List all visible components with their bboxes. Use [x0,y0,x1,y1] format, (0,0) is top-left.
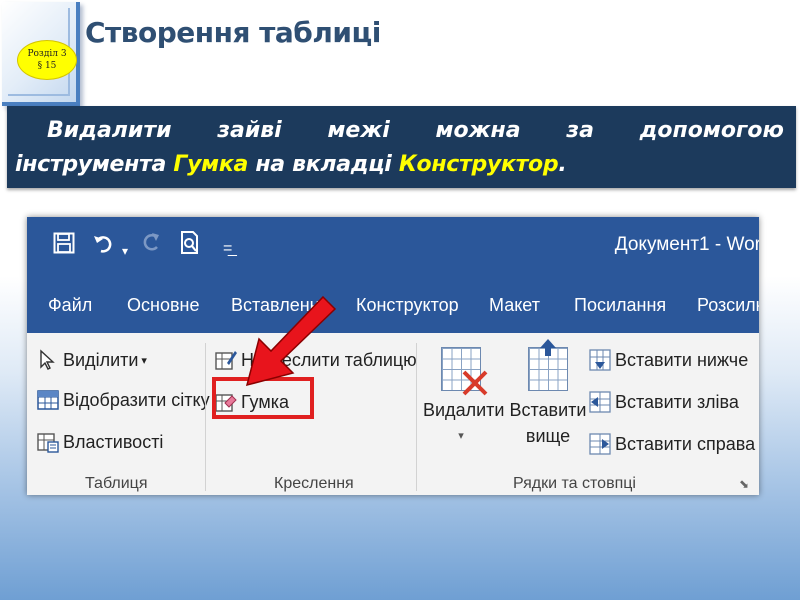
highlight-tool-name: Гумка [173,152,249,177]
gridlines-icon [37,389,59,411]
dialog-launcher-icon[interactable]: ⬊ [739,477,749,491]
text-part: на вкладці [248,152,399,177]
text-part: інструмента [15,152,174,177]
chevron-down-icon: ▾ [458,430,464,442]
undo-dropdown-icon[interactable]: ▾ [122,235,128,267]
customize-qat-icon[interactable]: =̲ [223,233,232,265]
word: за [566,118,594,143]
word: Видалити [47,118,172,143]
select-button[interactable]: Виділити ▾ [37,349,147,371]
tab-layout[interactable]: Макет [489,295,540,316]
instruction-text: Видалити зайві межі можна за допомогою і… [7,106,796,188]
insert-below-icon [589,349,611,371]
insert-right-label: Вставити справа [615,433,756,454]
insert-left-icon [589,391,611,413]
print-preview-icon[interactable] [179,231,201,264]
select-cursor-icon [37,349,59,371]
insert-above-icon [528,339,568,391]
tab-home[interactable]: Основне [127,295,199,316]
word: допомогою [639,118,784,143]
insert-left-button[interactable]: Вставити зліва [589,391,739,413]
delete-table-icon [441,347,488,396]
insert-right-button[interactable]: Вставити справа [589,433,755,455]
insert-above-label-2: вище [525,426,571,446]
view-gridlines-label: Відобразити сітку [63,389,210,410]
tab-design[interactable]: Конструктор [356,295,459,316]
ribbon-panel: Виділити ▾ Відобразити сітку Властивості… [27,333,759,495]
paragraph-label: § 15 [37,61,57,71]
section-badge: Розділ 3 § 15 [17,40,77,80]
word: межі [327,118,390,143]
tab-references[interactable]: Посилання [574,295,666,316]
delete-button[interactable]: Видалити ▾ [423,347,505,449]
insert-above-button[interactable]: Вставити вище [508,339,588,449]
insert-below-button[interactable]: Вставити нижче [589,349,748,371]
slide-title: Створення таблиці [85,16,381,49]
insert-above-label-1: Вставити [509,400,587,420]
group-divider [416,343,417,491]
chevron-down-icon: ▾ [141,354,147,367]
highlight-tab-name: Конструктор [398,152,559,177]
instruction-line-1: Видалити зайві межі можна за допомогою [15,114,784,148]
instruction-line-2: інструмента Гумка на вкладці Конструктор… [15,148,784,182]
group-divider [205,343,206,491]
word-ribbon-screenshot: ▾ =̲ Документ1 - Wor Файл Основне Вставл… [27,217,759,495]
word: можна [435,118,521,143]
properties-button[interactable]: Властивості [37,431,163,453]
table-properties-icon [37,431,59,453]
table-group-label: Таблиця [85,475,148,492]
quick-access-toolbar: ▾ =̲ Документ1 - Wor [27,217,759,277]
redo-icon[interactable] [140,231,162,263]
select-label: Виділити [63,349,139,370]
properties-label: Властивості [63,431,164,452]
pointer-arrow-icon [245,295,337,387]
section-label: Розділ 3 [27,49,67,59]
tab-mailings[interactable]: Розсилк [697,295,759,316]
save-icon[interactable] [53,231,75,263]
draw-table-icon [215,349,237,371]
insert-right-icon [589,433,611,455]
insert-left-label: Вставити зліва [615,391,739,412]
rows-columns-group-label: Рядки та стовпці [513,475,636,492]
ribbon-tabs: Файл Основне Вставлення Конструктор Маке… [27,277,759,333]
view-gridlines-button[interactable]: Відобразити сітку [37,389,210,411]
word: зайві [217,118,282,143]
undo-icon[interactable] [93,231,115,263]
delete-label: Видалити [423,400,505,420]
text-part: . [558,152,567,177]
insert-below-label: Вставити нижче [615,349,749,370]
tab-file[interactable]: Файл [48,295,92,316]
draw-group-label: Креслення [274,475,354,492]
document-title: Документ1 - Wor [614,234,759,255]
